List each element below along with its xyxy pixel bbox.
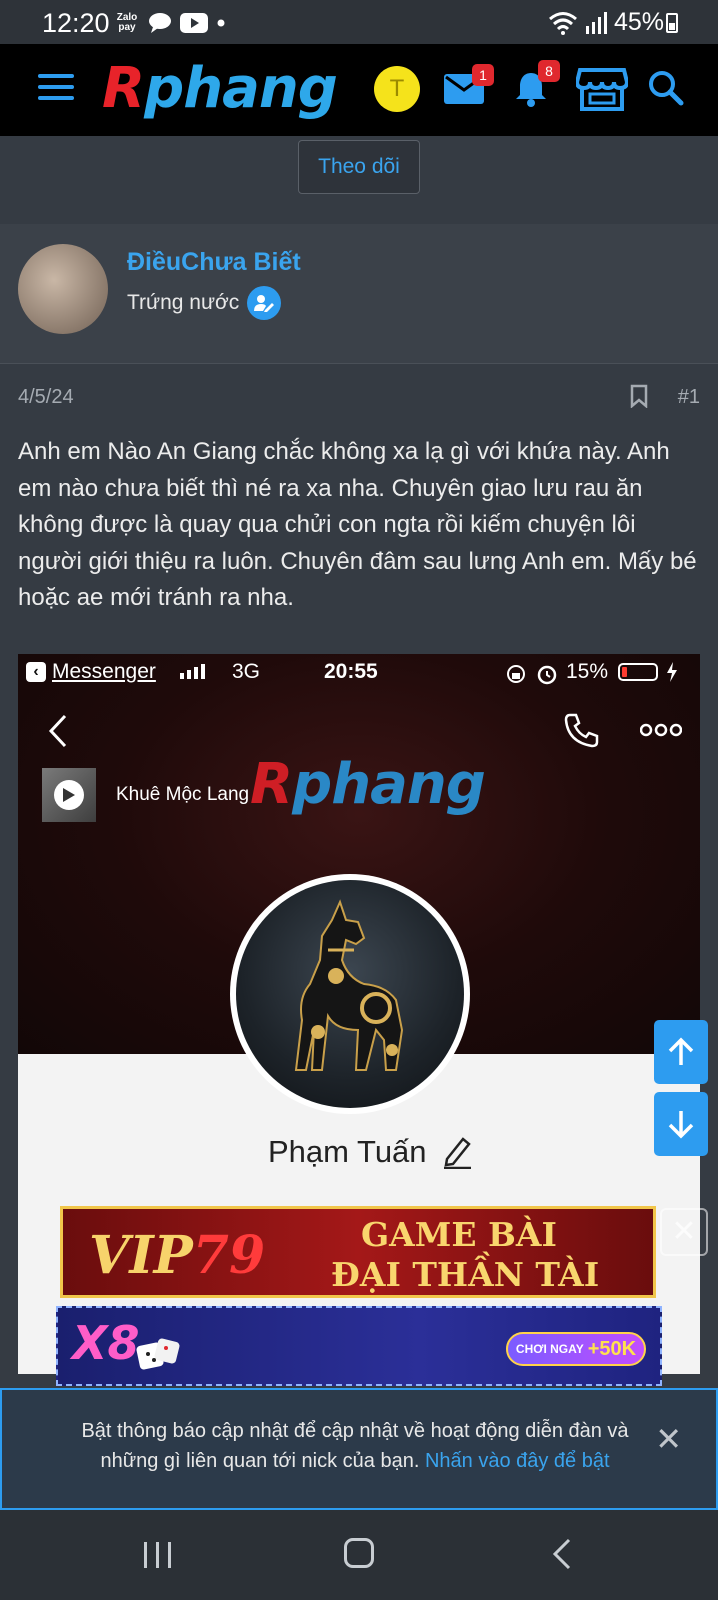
dot-icon xyxy=(217,19,225,27)
post-number[interactable]: #1 xyxy=(678,386,700,409)
dice-icon xyxy=(136,1338,180,1370)
image-music-title: Khuê Mộc Lang xyxy=(116,784,250,805)
youtube-icon xyxy=(180,13,208,33)
verified-icon xyxy=(247,286,282,320)
author-title: Trứng nước xyxy=(127,291,240,314)
author-title-row: Trứng nước xyxy=(127,286,282,320)
image-more-icon xyxy=(640,723,682,737)
menu-icon[interactable] xyxy=(38,74,74,104)
image-back-app-label: Messenger xyxy=(52,660,156,683)
scroll-top-button[interactable] xyxy=(654,1020,708,1084)
image-battery-icon xyxy=(618,663,658,681)
arrow-down-icon xyxy=(668,1111,694,1139)
follow-button[interactable]: Theo dõi xyxy=(298,140,420,194)
image-alarm-icon xyxy=(537,665,557,685)
search-icon[interactable] xyxy=(648,70,684,111)
x8-ad-banner[interactable]: X8 CHƠI NGAY +50K xyxy=(56,1306,662,1386)
notification-icons: Zalo pay xyxy=(114,12,226,34)
battery-percent: 45% xyxy=(613,8,664,36)
vip79-line1: GAME BÀI xyxy=(361,1215,557,1254)
image-battery-percent: 15% xyxy=(566,660,609,683)
image-back-app: ‹ Messenger xyxy=(26,660,156,684)
image-charging-icon xyxy=(667,662,677,682)
watermark-logo: Rphang xyxy=(250,752,486,817)
app-header: Rphang T 1 8 xyxy=(0,44,718,136)
post-author: ĐiềuChưa Biết Trứng nước xyxy=(0,224,718,364)
nav-recents-icon[interactable] xyxy=(144,1542,171,1568)
bookmark-icon[interactable] xyxy=(630,384,648,413)
signal-icon xyxy=(585,11,607,34)
messages-badge: 1 xyxy=(472,64,494,86)
image-status-bar: ‹ Messenger 3G 20:55 15% xyxy=(18,654,700,690)
author-avatar[interactable] xyxy=(18,244,108,334)
account-avatar[interactable]: T xyxy=(374,66,420,112)
close-icon[interactable]: ✕ xyxy=(655,1420,682,1458)
post-body: Anh em Nào An Giang chắc không xa lạ gì … xyxy=(18,438,697,612)
image-edit-icon xyxy=(443,1137,471,1169)
image-network: 3G xyxy=(232,660,261,683)
system-nav-bar xyxy=(0,1510,718,1600)
author-name[interactable]: ĐiềuChưa Biết xyxy=(127,248,301,277)
image-play-icon xyxy=(63,788,75,802)
arrow-up-icon xyxy=(668,1037,694,1065)
follow-area: Theo dõi xyxy=(0,136,718,224)
mail-icon[interactable]: 1 xyxy=(444,64,494,109)
nav-back-icon[interactable] xyxy=(552,1538,572,1570)
notification-text: Bật thông báo cập nhật để cập nhật về ho… xyxy=(60,1416,650,1476)
status-right: 45% xyxy=(548,8,664,37)
ad-close-button[interactable]: ✕ xyxy=(660,1208,708,1256)
push-notification-banner: Bật thông báo cập nhật để cập nhật về ho… xyxy=(0,1388,718,1510)
vip79-line2: ĐẠI THẦN TÀI xyxy=(331,1255,600,1294)
zalo-pay-icon: Zalo pay xyxy=(116,12,138,33)
site-logo[interactable]: Rphang xyxy=(102,56,338,121)
image-lock-icon xyxy=(507,665,525,683)
post-date[interactable]: 4/5/24 xyxy=(18,386,74,409)
image-music-thumb xyxy=(42,768,96,822)
image-signal-icon xyxy=(180,664,205,679)
vip79-logo: VIP79 xyxy=(89,1225,266,1286)
image-back-icon: ‹ xyxy=(26,662,46,682)
image-phone-icon xyxy=(564,713,599,748)
status-time: 12:20 xyxy=(42,8,110,38)
nav-home-icon[interactable] xyxy=(344,1538,374,1568)
image-music-row: Khuê Mộc Lang xyxy=(42,768,249,822)
image-profile-avatar xyxy=(230,874,470,1114)
enable-notifications-link[interactable]: Nhấn vào đây để bật xyxy=(425,1450,610,1472)
x8-logo: X8 xyxy=(72,1316,140,1370)
scroll-bottom-button[interactable] xyxy=(654,1092,708,1156)
image-profile-name-row: Phạm Tuấn xyxy=(268,1134,473,1170)
post-meta: 4/5/24 #1 xyxy=(0,364,718,434)
wifi-icon xyxy=(548,11,577,35)
image-nav-actions xyxy=(564,712,682,748)
battery-icon xyxy=(666,13,678,33)
image-profile-name: Phạm Tuấn xyxy=(268,1134,427,1169)
image-chevron-left-icon xyxy=(48,714,67,748)
chat-icon xyxy=(149,13,171,33)
vip79-ad-banner[interactable]: VIP79 GAME BÀI ĐẠI THẦN TÀI xyxy=(60,1206,656,1298)
x8-cta-button[interactable]: CHƠI NGAY +50K xyxy=(506,1332,646,1366)
alerts-badge: 8 xyxy=(538,60,560,82)
bell-icon[interactable]: 8 xyxy=(512,60,560,113)
status-bar: 12:20 Zalo pay 45% xyxy=(0,0,718,44)
store-icon[interactable] xyxy=(574,66,630,117)
robot-dog-image xyxy=(294,899,404,1071)
image-time: 20:55 xyxy=(324,660,378,683)
